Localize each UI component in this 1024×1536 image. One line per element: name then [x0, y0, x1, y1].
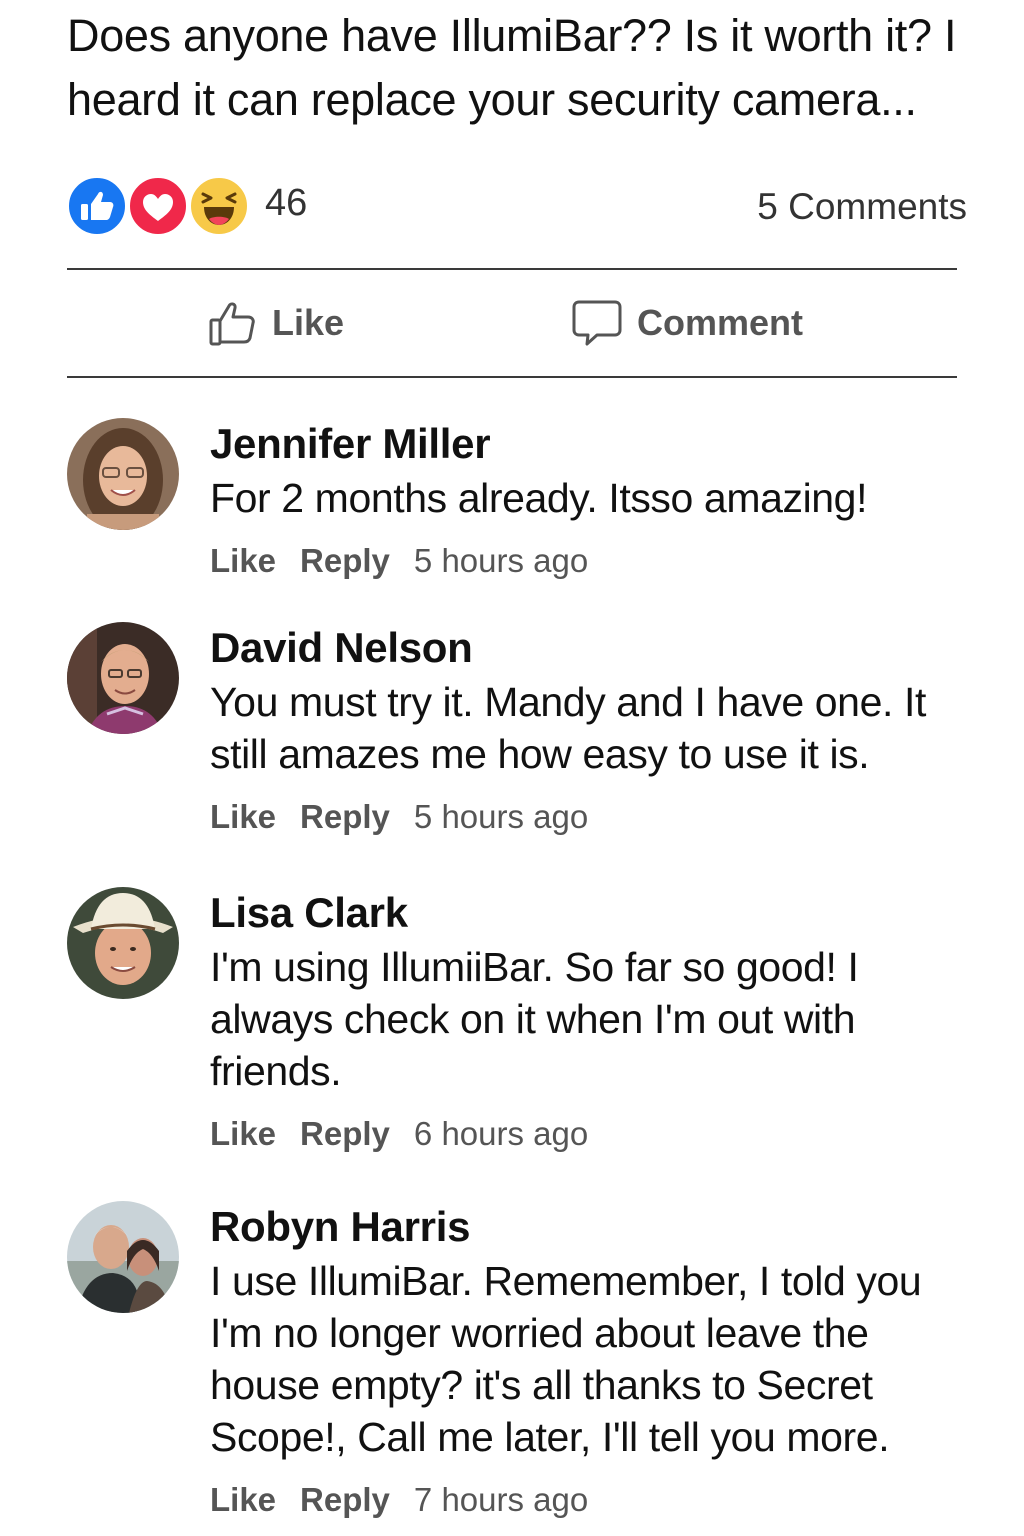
comment-text: I'm using IllumiiBar. So far so good! I … [210, 944, 859, 1094]
comment-button[interactable]: Comment [571, 297, 803, 349]
comment-timestamp[interactable]: 7 hours ago [414, 1481, 588, 1519]
comments-count-link[interactable]: 5 Comments [757, 186, 967, 228]
avatar[interactable] [67, 622, 179, 734]
divider-top [67, 268, 957, 270]
comment-like-link[interactable]: Like [210, 1115, 276, 1153]
comment-reply-link[interactable]: Reply [300, 1115, 390, 1153]
comment-text: For 2 months already. Itsso amazing! [210, 475, 868, 521]
comment-text: I use IllumiBar. Rememember, I told you … [210, 1258, 922, 1460]
comment-like-link[interactable]: Like [210, 798, 276, 836]
comment-author[interactable]: Jennifer Miller [210, 416, 970, 472]
avatar[interactable] [67, 1201, 179, 1313]
thumbs-up-icon [208, 298, 258, 348]
post-text: Does anyone have IllumiBar?? Is it worth… [67, 10, 957, 125]
comment-timestamp[interactable]: 6 hours ago [414, 1115, 588, 1153]
reaction-count: 46 [265, 182, 308, 224]
like-button[interactable]: Like [208, 297, 344, 349]
comment-author[interactable]: Robyn Harris [210, 1199, 970, 1255]
comment-timestamp[interactable]: 5 hours ago [414, 542, 588, 580]
avatar[interactable] [67, 887, 179, 999]
like-reaction-icon [67, 176, 127, 236]
avatar[interactable] [67, 418, 179, 530]
love-reaction-icon [128, 176, 188, 236]
comment-like-link[interactable]: Like [210, 542, 276, 580]
divider-bottom [67, 376, 957, 378]
comment-author[interactable]: David Nelson [210, 620, 970, 676]
like-button-label: Like [272, 302, 345, 343]
comment-reply-link[interactable]: Reply [300, 1481, 390, 1519]
comment-timestamp[interactable]: 5 hours ago [414, 798, 588, 836]
comment-button-label: Comment [637, 302, 804, 343]
comment-reply-link[interactable]: Reply [300, 542, 390, 580]
comment-text: You must try it. Mandy and I have one. I… [210, 679, 926, 777]
reactions-summary[interactable]: 46 5 Comments [67, 176, 967, 238]
speech-bubble-icon [571, 298, 623, 348]
comment-like-link[interactable]: Like [210, 1481, 276, 1519]
comment-author[interactable]: Lisa Clark [210, 885, 970, 941]
comment-reply-link[interactable]: Reply [300, 798, 390, 836]
haha-reaction-icon [189, 176, 249, 236]
